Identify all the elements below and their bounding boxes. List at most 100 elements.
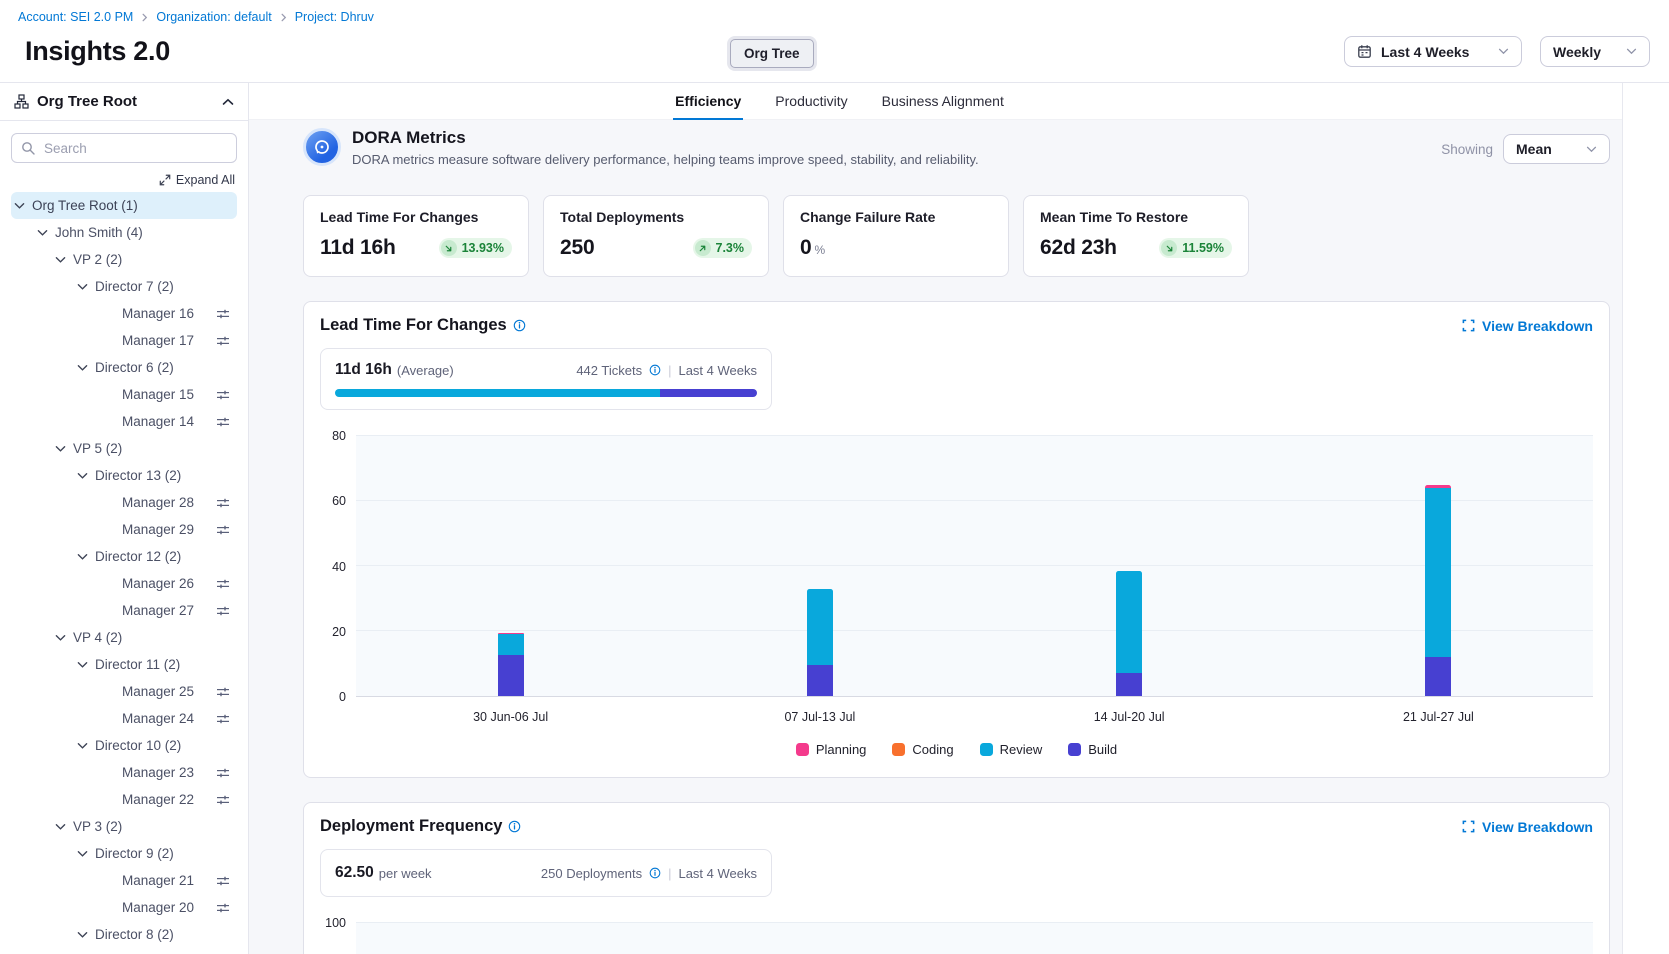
stacked-bar[interactable]	[1116, 436, 1142, 696]
tree-item[interactable]: Manager 25	[11, 678, 237, 705]
tree-item[interactable]: Manager 15	[11, 381, 237, 408]
tree-item[interactable]: Manager 22	[11, 786, 237, 813]
breadcrumb-organization-link[interactable]: Organization: default	[156, 10, 271, 24]
x-axis: 30 Jun-06 Jul07 Jul-13 Jul14 Jul-20 Jul2…	[356, 710, 1593, 726]
lead-time-average-value: 11d 16h	[335, 361, 392, 379]
tab-efficiency[interactable]: Efficiency	[673, 83, 743, 119]
tree-item[interactable]: Director 9 (2)	[11, 840, 237, 867]
filter-settings-icon[interactable]	[216, 523, 230, 537]
date-range-select[interactable]: Last 4 Weeks	[1344, 36, 1522, 67]
tree-item[interactable]: Director 8 (2)	[11, 921, 237, 948]
showing-select[interactable]: Mean	[1503, 134, 1610, 164]
filter-settings-icon[interactable]	[216, 712, 230, 726]
tree-item[interactable]: Manager 14	[11, 408, 237, 435]
tab-productivity[interactable]: Productivity	[773, 83, 849, 119]
deployment-frequency-panel: Deployment Frequency View Breakdown 62.5…	[303, 802, 1610, 954]
tree-item[interactable]: Manager 21	[11, 867, 237, 894]
deployment-rate-value: 62.50	[335, 864, 374, 882]
filter-settings-icon[interactable]	[216, 388, 230, 402]
tree-item[interactable]: Manager 17	[11, 327, 237, 354]
filter-settings-icon[interactable]	[216, 577, 230, 591]
filter-settings-icon[interactable]	[216, 604, 230, 618]
tree-item[interactable]: Manager 26	[11, 570, 237, 597]
tree-item[interactable]: Director 13 (2)	[11, 462, 237, 489]
filter-settings-icon[interactable]	[216, 874, 230, 888]
chevron-down-icon[interactable]	[77, 850, 88, 858]
chevron-down-icon	[1626, 48, 1637, 55]
granularity-select[interactable]: Weekly	[1540, 36, 1650, 67]
stacked-bar[interactable]	[807, 436, 833, 696]
chevron-down-icon[interactable]	[77, 364, 88, 372]
tree-item[interactable]: John Smith (4)	[11, 219, 237, 246]
info-icon[interactable]	[649, 364, 661, 376]
filter-settings-icon[interactable]	[216, 334, 230, 348]
filter-settings-icon[interactable]	[216, 766, 230, 780]
breadcrumb-project-link[interactable]: Project: Dhruv	[295, 10, 374, 24]
tree-item[interactable]: VP 4 (2)	[11, 624, 237, 651]
breadcrumb-account-link[interactable]: Account: SEI 2.0 PM	[18, 10, 133, 24]
tree-item[interactable]: VP 3 (2)	[11, 813, 237, 840]
expand-all-button[interactable]: Expand All	[13, 173, 235, 187]
info-icon[interactable]	[508, 820, 521, 833]
org-tree-button[interactable]: Org Tree	[730, 39, 814, 68]
chevron-up-icon[interactable]	[222, 98, 234, 106]
filter-settings-icon[interactable]	[216, 307, 230, 321]
trend-badge: 7.3%	[693, 238, 753, 258]
stacked-bar[interactable]	[498, 436, 524, 696]
lead-time-summary: 11d 16h (Average) 442 Tickets | Last 4 W…	[320, 348, 772, 410]
chevron-down-icon[interactable]	[77, 661, 88, 669]
filter-settings-icon[interactable]	[216, 496, 230, 510]
stacked-bar[interactable]	[1425, 436, 1451, 696]
chevron-down-icon[interactable]	[77, 931, 88, 939]
lead-time-view-breakdown-link[interactable]: View Breakdown	[1462, 318, 1593, 334]
tree-item-label: Manager 20	[122, 900, 194, 915]
tree-item[interactable]: Director 11 (2)	[11, 651, 237, 678]
chevron-down-icon[interactable]	[37, 229, 48, 237]
showing-label: Showing	[1441, 142, 1493, 157]
legend-swatch	[980, 743, 993, 756]
tree-item[interactable]: Manager 28	[11, 489, 237, 516]
tree-item[interactable]: Director 10 (2)	[11, 732, 237, 759]
chevron-down-icon[interactable]	[77, 742, 88, 750]
legend-swatch	[796, 743, 809, 756]
info-icon[interactable]	[513, 319, 526, 332]
tree-item[interactable]: Manager 24	[11, 705, 237, 732]
tab-business-alignment[interactable]: Business Alignment	[880, 83, 1006, 119]
tree-item-label: Manager 16	[122, 306, 194, 321]
tree-item[interactable]: Manager 27	[11, 597, 237, 624]
lead-time-panel: Lead Time For Changes View Breakdown 11d…	[303, 301, 1610, 778]
tree-item-label: Manager 27	[122, 603, 194, 618]
filter-settings-icon[interactable]	[216, 901, 230, 915]
app: Account: SEI 2.0 PM Organization: defaul…	[0, 0, 1669, 954]
metric-card-value: 250	[560, 236, 594, 260]
bar-segment-build	[807, 665, 833, 696]
tree-item[interactable]: Manager 16	[11, 300, 237, 327]
filter-settings-icon[interactable]	[216, 793, 230, 807]
chevron-down-icon[interactable]	[77, 553, 88, 561]
tree-item[interactable]: Manager 29	[11, 516, 237, 543]
search-input[interactable]	[11, 133, 237, 163]
chevron-down-icon[interactable]	[55, 256, 66, 264]
filter-settings-icon[interactable]	[216, 685, 230, 699]
chevron-down-icon[interactable]	[77, 472, 88, 480]
filter-settings-icon[interactable]	[216, 415, 230, 429]
chevron-down-icon[interactable]	[77, 283, 88, 291]
y-axis-tick: 40	[332, 560, 346, 574]
chevron-down-icon[interactable]	[55, 823, 66, 831]
tree-item[interactable]: Org Tree Root (1)	[11, 192, 237, 219]
tree-item[interactable]: Director 12 (2)	[11, 543, 237, 570]
trend-value: 13.93%	[462, 241, 504, 255]
tree-item[interactable]: Manager 20	[11, 894, 237, 921]
chevron-down-icon[interactable]	[14, 202, 25, 210]
tree-item[interactable]: VP 5 (2)	[11, 435, 237, 462]
tree-item[interactable]: Director 7 (2)	[11, 273, 237, 300]
tree-item[interactable]: VP 2 (2)	[11, 246, 237, 273]
deployment-view-breakdown-link[interactable]: View Breakdown	[1462, 819, 1593, 835]
tree-item[interactable]: Director 6 (2)	[11, 354, 237, 381]
chevron-down-icon[interactable]	[55, 634, 66, 642]
tree-item[interactable]: Manager 23	[11, 759, 237, 786]
y-axis: 100	[320, 923, 356, 954]
chevron-down-icon[interactable]	[55, 445, 66, 453]
info-icon[interactable]	[649, 867, 661, 879]
legend-label: Planning	[816, 742, 867, 757]
